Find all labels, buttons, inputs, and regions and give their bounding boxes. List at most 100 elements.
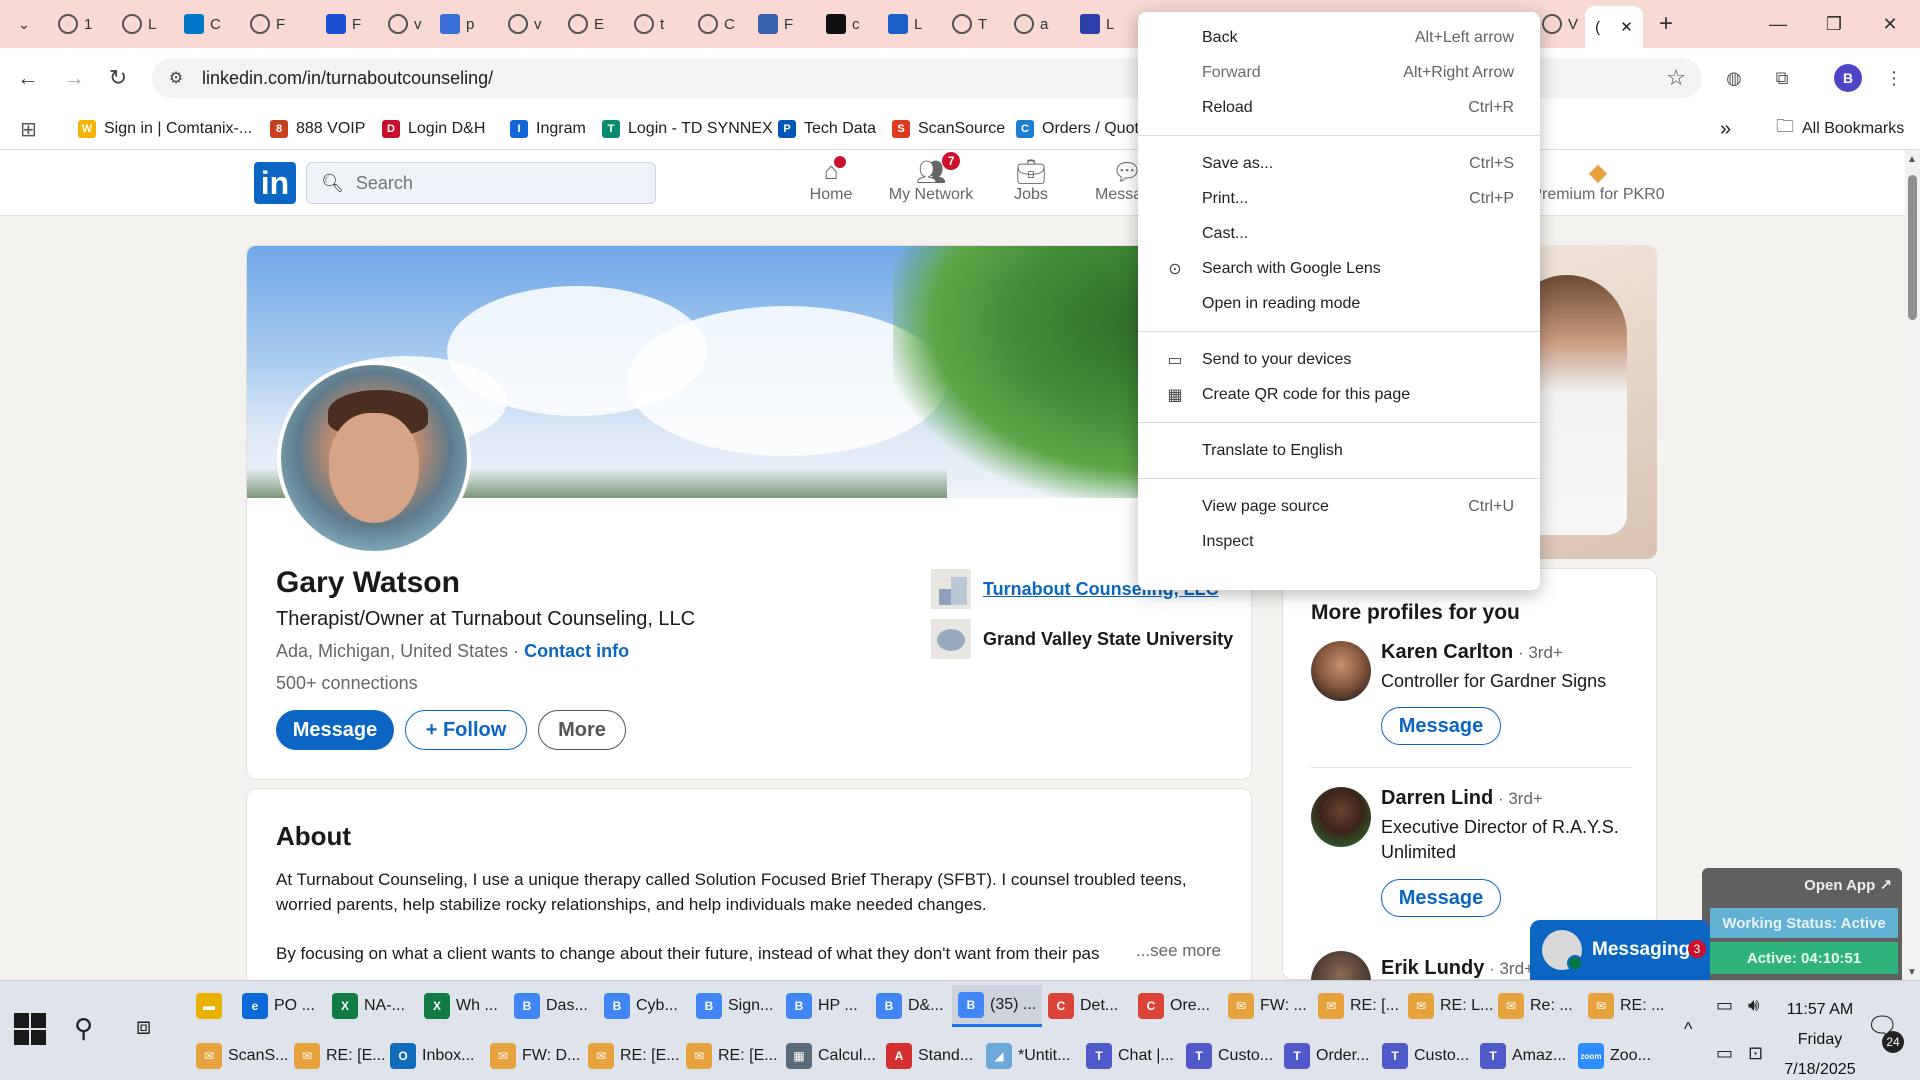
menu-item-back[interactable]: Back Alt+Left arrow (1138, 20, 1540, 55)
browser-tab[interactable]: T (952, 8, 987, 40)
bookmark-item[interactable]: T Login - TD SYNNEX (602, 116, 773, 142)
menu-item-create-qr-code-for-this-page[interactable]: ▦ Create QR code for this page (1138, 377, 1540, 412)
profile-suggestion[interactable]: Darren Lind · 3rd+ Executive Director of… (1311, 787, 1631, 937)
profile-suggestion[interactable]: Karen Carlton · 3rd+ Controller for Gard… (1311, 641, 1631, 761)
browser-tab[interactable]: p (440, 8, 474, 40)
menu-kebab-icon[interactable]: ⋮ (1880, 64, 1908, 92)
linkedin-search[interactable]: 🔍︎ (306, 162, 656, 204)
contact-info-link[interactable]: Contact info (524, 641, 629, 661)
taskbar-app[interactable]: X NA-... (326, 985, 411, 1027)
browser-tab[interactable]: F (250, 8, 285, 40)
nav-home[interactable]: ⌂ Home (776, 156, 886, 212)
linkedin-logo[interactable]: in (254, 162, 296, 204)
search-input[interactable] (355, 172, 636, 194)
bookmark-item[interactable]: W Sign in | Comtanix-... (78, 116, 252, 142)
taskbar-app[interactable]: zoom Zoo... (1572, 1035, 1657, 1077)
taskbar-app[interactable]: T Custo... (1180, 1035, 1279, 1077)
globe-icon[interactable]: ◍ (1720, 64, 1748, 92)
see-more-link[interactable]: ...see more (1129, 941, 1221, 961)
taskbar-app[interactable]: ◢ *Untit... (980, 1035, 1076, 1077)
taskbar-app[interactable]: A Stand... (880, 1035, 979, 1077)
menu-item-forward[interactable]: Forward Alt+Right Arrow (1138, 55, 1540, 90)
taskbar-app[interactable]: X Wh ... (418, 985, 504, 1027)
browser-tab[interactable]: c (826, 8, 860, 40)
taskbar-app[interactable]: C Ore... (1132, 985, 1216, 1027)
taskbar-app[interactable]: T Amaz... (1474, 1035, 1572, 1077)
restore-button[interactable]: ❐ (1812, 8, 1856, 40)
page-scrollbar[interactable]: ▲ ▼ (1905, 150, 1920, 980)
scroll-down-icon[interactable]: ▼ (1907, 967, 1917, 978)
menu-item-translate-to-english[interactable]: Translate to English (1138, 433, 1540, 468)
taskbar-app[interactable]: ✉ RE: [E... (680, 1035, 784, 1077)
display-icon[interactable]: ▭ (1716, 1043, 1733, 1064)
nav-my-network[interactable]: 👥︎ 7 My Network (876, 152, 986, 212)
taskbar-app[interactable]: ✉ RE: [... (1312, 985, 1405, 1027)
browser-tab[interactable]: F (326, 8, 361, 40)
browser-tab[interactable]: L (122, 8, 156, 40)
tab-search-button[interactable]: ⌄ (8, 10, 40, 38)
taskbar-app[interactable]: ▬ (190, 985, 234, 1027)
menu-item-save-as[interactable]: Save as... Ctrl+S (1138, 146, 1540, 181)
taskbar-app[interactable]: B (35) ... (952, 985, 1043, 1027)
taskbar-app[interactable]: ▦ Calcul... (780, 1035, 882, 1077)
messaging-bar[interactable]: Messaging (1530, 920, 1710, 980)
bookmark-star-icon[interactable]: ☆ (1666, 65, 1686, 91)
menu-item-search-with-google-lens[interactable]: ⊙ Search with Google Lens (1138, 251, 1540, 286)
reload-button[interactable]: ↻ (102, 62, 134, 94)
taskbar-app[interactable]: B Sign... (690, 985, 779, 1027)
taskbar-app[interactable]: ✉ ScanS... (190, 1035, 294, 1077)
taskbar-app[interactable]: ✉ Re: ... (1492, 985, 1579, 1027)
minimize-button[interactable]: — (1756, 8, 1800, 40)
menu-item-reload[interactable]: Reload Ctrl+R (1138, 90, 1540, 125)
browser-tab[interactable]: a (1014, 8, 1048, 40)
suggestion-name[interactable]: Karen Carlton (1381, 641, 1513, 663)
chevron-up-icon[interactable]: ^ (1684, 1019, 1692, 1040)
menu-item-send-to-your-devices[interactable]: ▭ Send to your devices (1138, 342, 1540, 377)
taskbar-app[interactable]: ✉ FW: D... (484, 1035, 586, 1077)
apps-grid-icon[interactable]: ⊞ (20, 116, 37, 142)
taskbar-app[interactable]: e PO ... (236, 985, 321, 1027)
browser-tab[interactable]: C (184, 8, 221, 40)
avatar[interactable] (1311, 787, 1371, 847)
browser-tab[interactable]: V (1542, 8, 1578, 40)
taskbar-app[interactable]: C Det... (1042, 985, 1124, 1027)
profile-photo[interactable] (277, 361, 471, 555)
nav-jobs[interactable]: 💼︎ Jobs (976, 158, 1086, 212)
menu-item-inspect[interactable]: Inspect (1138, 524, 1540, 559)
menu-item-open-in-reading-mode[interactable]: Open in reading mode (1138, 286, 1540, 321)
taskbar-app[interactable]: B Das... (508, 985, 594, 1027)
menu-item-cast[interactable]: Cast... (1138, 216, 1540, 251)
browser-tab[interactable]: v (388, 8, 422, 40)
connections-count[interactable]: 500+ connections (276, 673, 418, 694)
more-button[interactable]: More (538, 710, 626, 750)
back-button[interactable]: ← (12, 62, 44, 94)
clock[interactable]: 11:57 AM Friday 7/18/2025 (1775, 995, 1865, 1080)
browser-tab[interactable]: E (568, 8, 604, 40)
bookmark-item[interactable]: 8 888 VOIP (270, 116, 365, 142)
taskbar-app[interactable]: ✉ RE: [E... (582, 1035, 686, 1077)
browser-tab[interactable]: v (508, 8, 542, 40)
taskbar-app[interactable]: ✉ FW: ... (1222, 985, 1313, 1027)
active-tab[interactable]: ( ✕ (1585, 6, 1643, 48)
open-app-button[interactable]: Open App ↗ (1804, 876, 1892, 894)
taskbar-app[interactable]: ✉ RE: L... (1402, 985, 1499, 1027)
search-icon[interactable]: ⚲ (74, 1013, 93, 1044)
suggestion-message-button[interactable]: Message (1381, 879, 1501, 917)
suggestion-name[interactable]: Darren Lind (1381, 787, 1493, 809)
network-icon[interactable]: ⊡ (1748, 1043, 1763, 1064)
nav-premium[interactable]: ◆ Premium for PKR0 (1531, 158, 1664, 212)
task-view-icon[interactable]: ⧈ (136, 1013, 151, 1041)
close-window-button[interactable]: ✕ (1868, 8, 1912, 40)
new-tab-button[interactable]: + (1652, 10, 1680, 38)
menu-item-view-page-source[interactable]: View page source Ctrl+U (1138, 489, 1540, 524)
taskbar-app[interactable]: T Custo... (1376, 1035, 1475, 1077)
extensions-icon[interactable]: ⧉ (1768, 64, 1796, 92)
all-bookmarks[interactable]: 🗀 All Bookmarks (1776, 116, 1904, 142)
suggestion-message-button[interactable]: Message (1381, 707, 1501, 745)
follow-button[interactable]: + Follow (405, 710, 527, 750)
browser-tab[interactable]: C (698, 8, 735, 40)
forward-button[interactable]: → (58, 62, 90, 94)
taskbar-app[interactable]: T Order... (1278, 1035, 1375, 1077)
taskbar-app[interactable]: O Inbox... (384, 1035, 480, 1077)
scroll-up-icon[interactable]: ▲ (1907, 154, 1917, 165)
